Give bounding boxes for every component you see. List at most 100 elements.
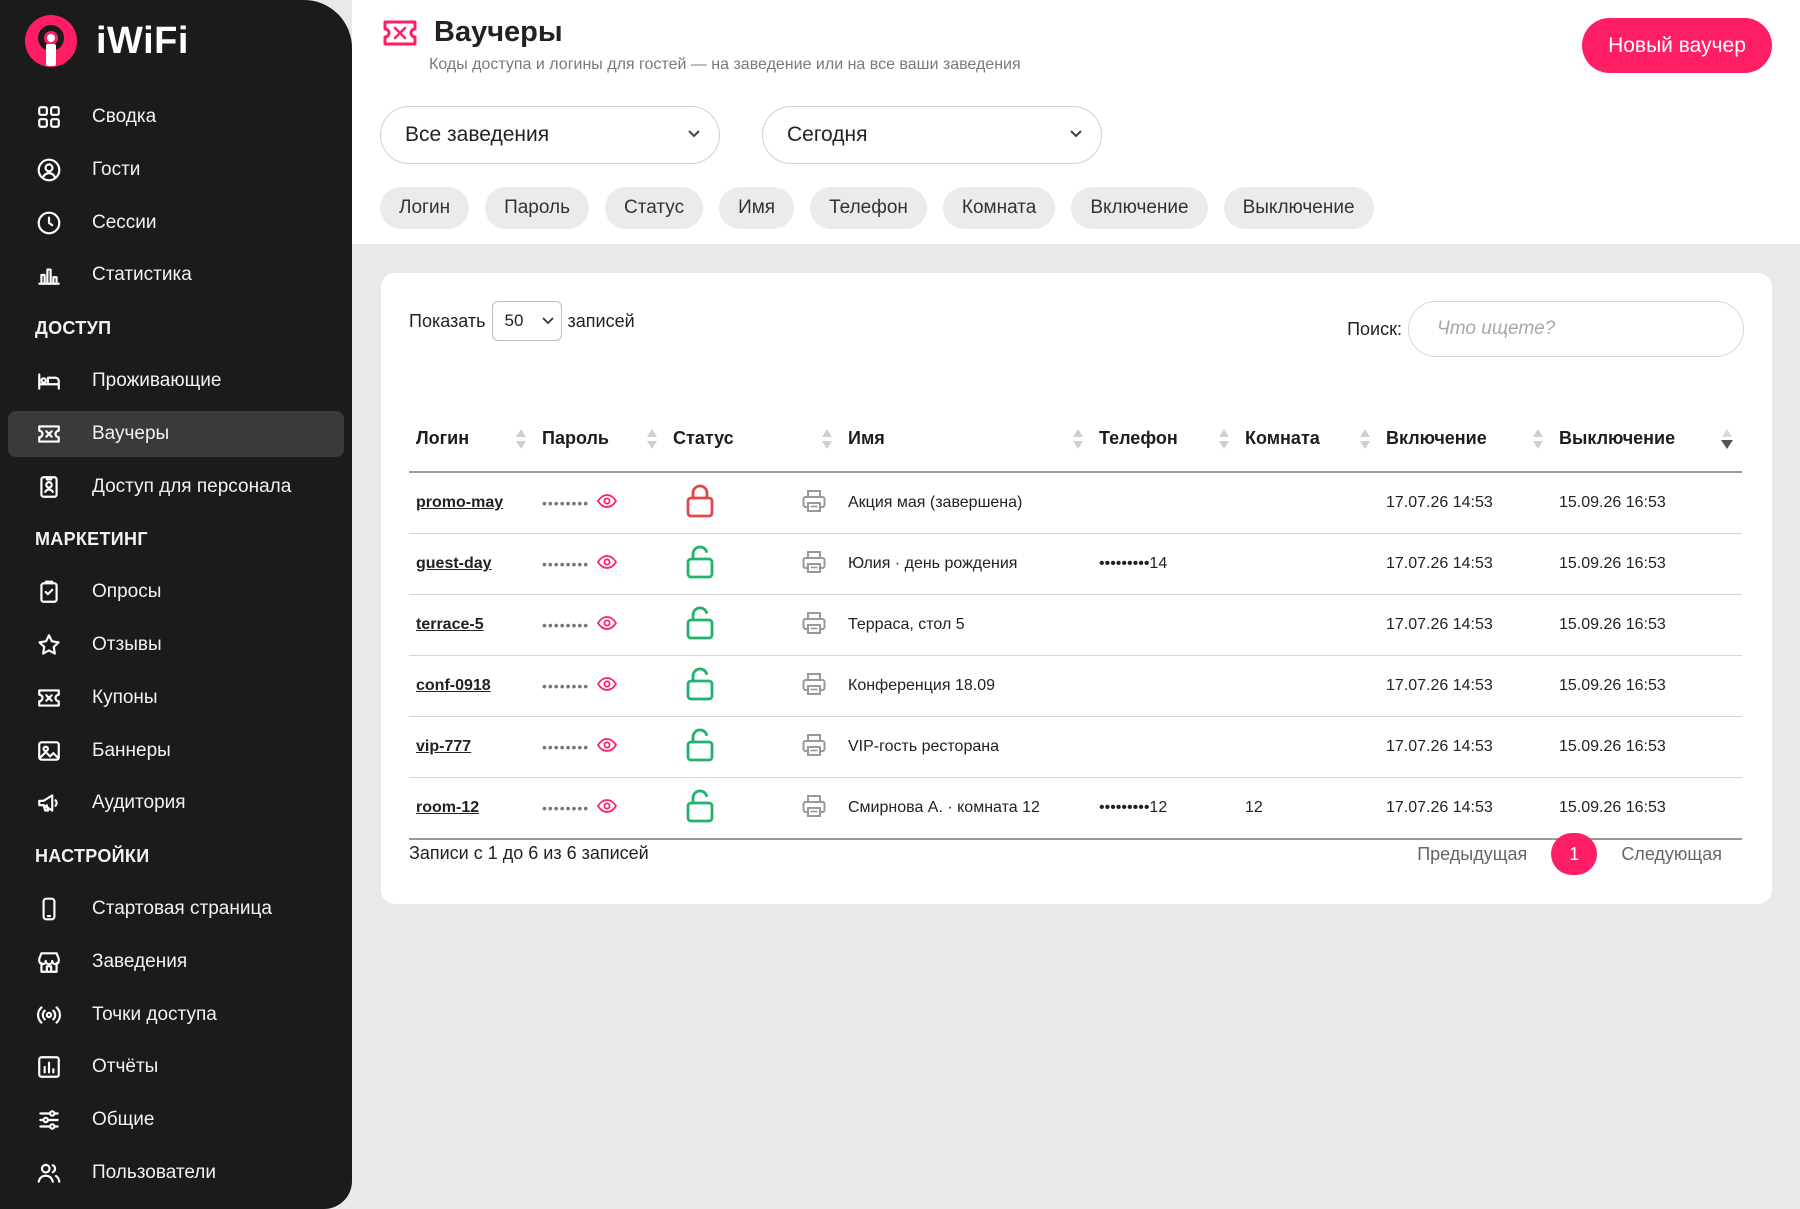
sidebar-item-wifi-signal[interactable]: Точки доступа (8, 992, 344, 1038)
column-toggle-chip[interactable]: Пароль (485, 187, 590, 229)
report-icon (36, 1054, 62, 1080)
column-header[interactable]: Выключение (1552, 406, 1742, 473)
enable-time-cell: 17.07.26 14:53 (1379, 533, 1552, 595)
sidebar-item-sliders[interactable]: Общие (8, 1097, 344, 1143)
sidebar-item-clock[interactable]: Сессии (8, 200, 344, 246)
prev-page-button[interactable]: Предыдущая (1417, 844, 1527, 865)
sidebar-item-label: Заведения (92, 950, 188, 972)
voucher-login-link[interactable]: promo-may (416, 494, 503, 511)
column-header[interactable]: Пароль (535, 406, 666, 473)
enable-time-cell: 17.07.26 14:53 (1379, 472, 1552, 534)
login-cell: promo-may (409, 472, 535, 534)
column-header-label: Выключение (1559, 428, 1676, 448)
sidebar-item-coupon[interactable]: Купоны (8, 675, 344, 721)
eye-icon[interactable] (597, 737, 618, 757)
column-toggle-chip[interactable]: Телефон (810, 187, 927, 229)
sidebar-item-clipboard[interactable]: Опросы (8, 569, 344, 615)
eye-icon[interactable] (597, 798, 618, 818)
column-header[interactable]: Статус (666, 406, 841, 473)
sort-icon (1072, 428, 1084, 455)
sidebar-item-user-circle[interactable]: Гости (8, 147, 344, 193)
printer-icon[interactable] (801, 671, 827, 702)
printer-icon[interactable] (801, 793, 827, 824)
column-header[interactable]: Комната (1238, 406, 1379, 473)
sidebar-item-label: Точки доступа (92, 1003, 217, 1025)
lock-open-icon[interactable] (685, 667, 715, 706)
eye-icon[interactable] (597, 554, 618, 574)
column-header-label: Имя (848, 428, 885, 448)
column-header-label: Комната (1245, 428, 1320, 448)
page-length-value: 50 (504, 311, 524, 330)
column-toggle-chip[interactable]: Имя (719, 187, 795, 229)
sidebar-section-header: ДОСТУП (35, 317, 112, 338)
lock-open-icon[interactable] (685, 545, 715, 584)
eye-icon[interactable] (597, 493, 618, 513)
sidebar-item-report[interactable]: Отчёты (8, 1044, 344, 1090)
sliders-icon (36, 1107, 62, 1133)
lock-open-icon[interactable] (685, 728, 715, 767)
disable-time-cell: 15.09.26 16:53 (1552, 472, 1742, 534)
voucher-login-link[interactable]: conf-0918 (416, 677, 491, 694)
phone-cell (1092, 472, 1238, 534)
printer-icon[interactable] (801, 549, 827, 580)
bar-chart-icon (36, 262, 62, 288)
column-header[interactable]: Логин (409, 406, 535, 473)
enable-time-cell: 17.07.26 14:53 (1379, 655, 1552, 717)
sidebar-item-label: Аудитория (92, 792, 186, 814)
new-voucher-button[interactable]: Новый ваучер (1582, 18, 1772, 73)
sidebar-item-bar-chart[interactable]: Статистика (8, 252, 344, 298)
table-info: Записи с 1 до 6 из 6 записей (409, 843, 649, 863)
masked-password: •••••••• (542, 556, 590, 572)
venue-select[interactable]: Все заведения (380, 106, 720, 164)
search-input[interactable] (1408, 301, 1744, 357)
sidebar-item-ticket[interactable]: Ваучеры (8, 410, 344, 457)
password-cell: •••••••• (535, 655, 666, 717)
voucher-login-link[interactable]: vip-777 (416, 738, 471, 755)
phone-icon (36, 896, 62, 922)
phone-cell (1092, 594, 1238, 656)
status-cell (666, 594, 841, 656)
lock-open-icon[interactable] (685, 789, 715, 828)
sidebar-item-bed[interactable]: Проживающие (8, 358, 344, 404)
printer-icon[interactable] (801, 488, 827, 519)
sidebar-item-phone[interactable]: Стартовая страница (8, 886, 344, 932)
sidebar-item-image[interactable]: Баннеры (8, 728, 344, 774)
column-header[interactable]: Включение (1379, 406, 1552, 473)
status-cell (666, 655, 841, 717)
badge-icon (36, 474, 62, 500)
ticket-icon (383, 20, 417, 45)
sidebar-item-users[interactable]: Пользователи (8, 1150, 344, 1196)
column-header-label: Телефон (1099, 428, 1178, 448)
wifi-logo-icon (24, 14, 78, 68)
page-1-button[interactable]: 1 (1551, 833, 1598, 875)
column-toggle-chip[interactable]: Логин (380, 187, 470, 229)
lock-closed-icon[interactable] (685, 484, 715, 523)
column-toggle-chip[interactable]: Выключение (1223, 187, 1374, 229)
column-header-label: Включение (1386, 428, 1487, 448)
app-logo[interactable]: iWiFi (24, 14, 189, 68)
column-header[interactable]: Имя (841, 406, 1092, 473)
disable-time-cell: 15.09.26 16:53 (1552, 533, 1742, 595)
sidebar-item-dashboard[interactable]: Сводка (8, 94, 344, 140)
voucher-login-link[interactable]: room-12 (416, 799, 479, 816)
eye-icon[interactable] (597, 676, 618, 696)
printer-icon[interactable] (801, 732, 827, 763)
lock-open-icon[interactable] (685, 606, 715, 645)
table-row: conf-0918 •••••••• Конференция 18.09 17.… (409, 655, 1742, 717)
sidebar-item-badge[interactable]: Доступ для персонала (8, 464, 344, 510)
sidebar-item-star[interactable]: Отзывы (8, 622, 344, 668)
sidebar-item-store[interactable]: Заведения (8, 939, 344, 985)
column-toggle-chip[interactable]: Статус (605, 187, 704, 229)
sidebar-item-megaphone[interactable]: Аудитория (8, 780, 344, 826)
date-select[interactable]: Сегодня (762, 106, 1102, 164)
page-length-select[interactable]: 50 (491, 301, 562, 341)
printer-icon[interactable] (801, 610, 827, 641)
phone-cell (1092, 716, 1238, 778)
eye-icon[interactable] (597, 615, 618, 635)
column-header[interactable]: Телефон (1092, 406, 1238, 473)
column-toggle-chip[interactable]: Комната (942, 187, 1056, 229)
next-page-button[interactable]: Следующая (1621, 844, 1722, 865)
column-toggle-chip[interactable]: Включение (1071, 187, 1208, 229)
voucher-login-link[interactable]: guest-day (416, 555, 492, 572)
voucher-login-link[interactable]: terrace-5 (416, 616, 484, 633)
